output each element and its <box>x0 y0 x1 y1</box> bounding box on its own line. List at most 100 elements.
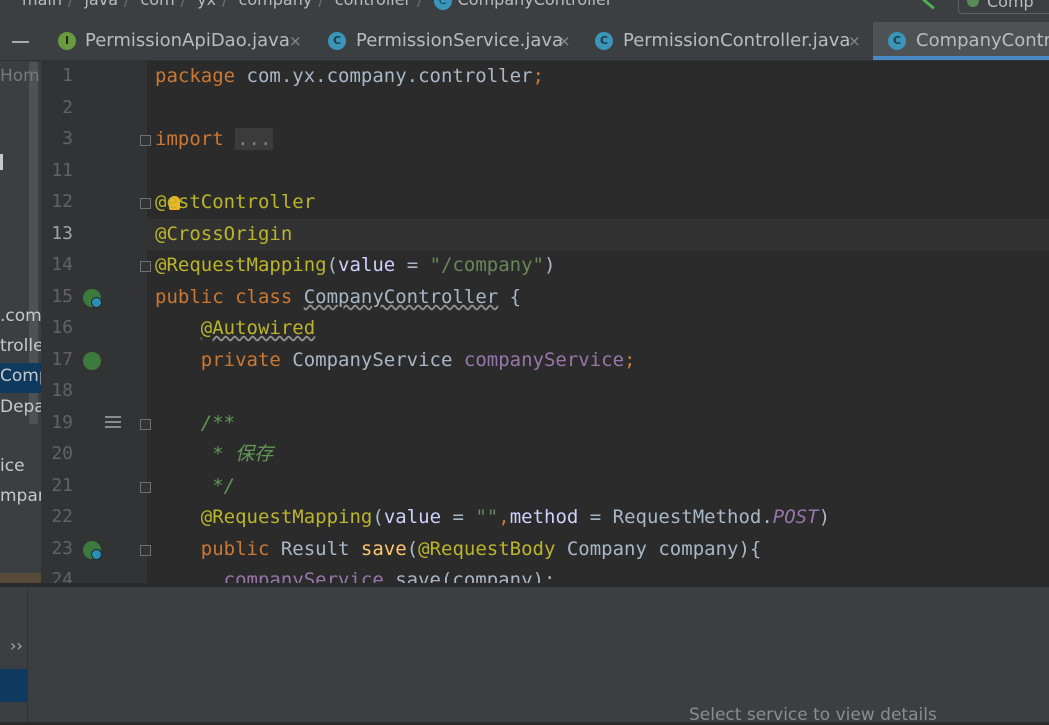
editor-gutter[interactable]: 1 2 3 11 12 13 14 15 16 17 18 19 20 21 2… <box>41 61 151 583</box>
spring-bean-icon[interactable] <box>83 289 102 308</box>
project-tree-item-selected[interactable]: Comp <box>0 366 41 386</box>
code-line-22[interactable]: @RequestMapping(value = "",method = Requ… <box>155 502 830 533</box>
line-number: 18 <box>51 380 73 401</box>
web-endpoint-icon[interactable] <box>83 541 102 560</box>
line-number: 20 <box>51 443 73 464</box>
breadcrumb-separator: / <box>222 0 227 9</box>
paren: ) <box>543 254 556 276</box>
line-number: 15 <box>51 286 73 307</box>
tree-marker <box>0 154 3 170</box>
breadcrumb-separator: / <box>318 0 323 9</box>
code-line-21[interactable]: */ <box>155 471 235 502</box>
project-tree-home[interactable]: Hom <box>0 66 40 86</box>
fold-end-icon[interactable] <box>140 261 151 272</box>
code-line-20[interactable]: * 保存 <box>155 439 273 470</box>
code-line-3[interactable]: import ... <box>155 124 274 155</box>
build-hammer-icon[interactable] <box>922 0 944 10</box>
code-line-13[interactable]: @CrossOrigin <box>155 219 292 250</box>
class-name: CompanyController <box>303 286 499 308</box>
panel-divider[interactable] <box>0 583 1049 587</box>
paren: ( <box>406 538 419 560</box>
semicolon: ; <box>624 349 636 371</box>
close-icon[interactable]: × <box>848 22 861 60</box>
documentation-render-icon[interactable] <box>105 416 121 430</box>
line-number: 19 <box>51 412 73 433</box>
services-tree-selection[interactable] <box>0 669 27 702</box>
project-tree-item[interactable]: .com <box>0 306 41 326</box>
minimize-icon[interactable] <box>12 41 29 43</box>
string-literal: "" <box>475 506 499 528</box>
breadcrumb-item-controller[interactable]: controller <box>335 0 411 9</box>
tab-label: PermissionService.java <box>356 30 564 51</box>
package-name: com.yx.company.controller <box>235 65 533 87</box>
tab-permission-controller[interactable]: C PermissionController.java × <box>586 22 872 60</box>
keyword: private <box>200 349 281 371</box>
folded-imports[interactable]: ... <box>235 128 274 150</box>
breadcrumb-item-main[interactable]: main <box>22 0 62 9</box>
services-toolbar: ›› <box>0 587 28 722</box>
active-tab-indicator <box>873 56 1049 60</box>
tab-company-controller[interactable]: C CompanyContro <box>873 22 1049 60</box>
code-line-15[interactable]: public class CompanyController { <box>155 282 521 313</box>
project-tree-item[interactable]: trolle <box>0 336 41 356</box>
tab-label: PermissionApiDao.java <box>85 30 290 51</box>
project-tree-item[interactable]: mpany <box>0 486 41 506</box>
expand-toolbar-icon[interactable]: ›› <box>10 636 23 655</box>
comma: , <box>498 506 510 528</box>
run-configuration-selector[interactable]: Comp <box>958 0 1049 14</box>
field-name: companyService <box>463 349 625 371</box>
annotation: @Autowired <box>200 317 316 339</box>
fold-collapse-icon[interactable] <box>140 198 151 209</box>
project-tree-item[interactable]: Depar <box>0 397 41 417</box>
code-line-19[interactable]: /** <box>155 408 235 439</box>
tab-permission-service[interactable]: C PermissionService.java × <box>319 22 575 60</box>
autowired-navigate-icon[interactable] <box>83 352 101 370</box>
semicolon: ; <box>532 65 544 87</box>
line-number: 23 <box>51 538 73 559</box>
close-icon[interactable]: × <box>289 22 302 60</box>
line-number: 21 <box>51 475 73 496</box>
project-panel-header <box>0 22 41 61</box>
type-name: Result <box>269 538 361 560</box>
breadcrumb-item-company[interactable]: company <box>239 0 313 9</box>
doc-comment: /** <box>200 412 236 434</box>
line-number: 22 <box>51 506 73 527</box>
code-editor[interactable]: 1 2 3 11 12 13 14 15 16 17 18 19 20 21 2… <box>41 61 1049 583</box>
code-line-1[interactable]: package com.yx.company.controller; <box>155 61 544 92</box>
close-icon[interactable]: × <box>558 22 571 60</box>
run-configuration-label: Comp <box>987 0 1034 11</box>
annotation: @ <box>155 191 167 213</box>
code-line-16[interactable]: @Autowired <box>155 313 315 344</box>
line-number: 1 <box>62 65 73 86</box>
fold-collapse-icon[interactable] <box>140 419 151 430</box>
breadcrumb: main / java / com / yx / company / controller… <box>0 0 1049 22</box>
breadcrumb-item-current[interactable]: CompanyController <box>458 0 613 9</box>
breadcrumb-separator: / <box>417 0 422 9</box>
annotation: @RequestBody <box>418 538 556 560</box>
fold-expand-icon[interactable] <box>140 135 151 146</box>
line-number: 12 <box>51 191 73 212</box>
doc-comment: */ <box>200 475 236 497</box>
breadcrumb-item-java[interactable]: java <box>84 0 118 9</box>
operator: = <box>441 506 476 528</box>
line-number-current: 13 <box>51 223 73 244</box>
code-line-24[interactable]: companyService.save(company); <box>155 565 556 583</box>
fold-end-icon[interactable] <box>140 482 151 493</box>
project-tree-item[interactable]: ice <box>0 456 25 476</box>
field-name: companyService <box>223 569 384 583</box>
operator: = <box>395 254 430 276</box>
line-number: 11 <box>51 160 73 181</box>
code-line-14[interactable]: @RequestMapping(value = "/company") <box>155 250 555 281</box>
fold-collapse-icon[interactable] <box>140 545 151 556</box>
keyword: package <box>155 65 236 87</box>
code-line-12[interactable]: @estController <box>155 187 315 218</box>
code-line-23[interactable]: public Result save(@RequestBody Company … <box>155 534 762 565</box>
paren: ) <box>818 506 831 528</box>
services-empty-hint: Select service to view details <box>689 705 937 725</box>
breadcrumb-item-yx[interactable]: yx <box>197 0 216 9</box>
breadcrumb-item-com[interactable]: com <box>140 0 174 9</box>
code-line-17[interactable]: private CompanyService companyService; <box>155 345 636 376</box>
tab-permission-api-dao[interactable]: I PermissionApiDao.java × <box>41 22 307 60</box>
editor-tab-bar: I PermissionApiDao.java × C PermissionSe… <box>41 22 1049 61</box>
line-number: 14 <box>51 254 73 275</box>
